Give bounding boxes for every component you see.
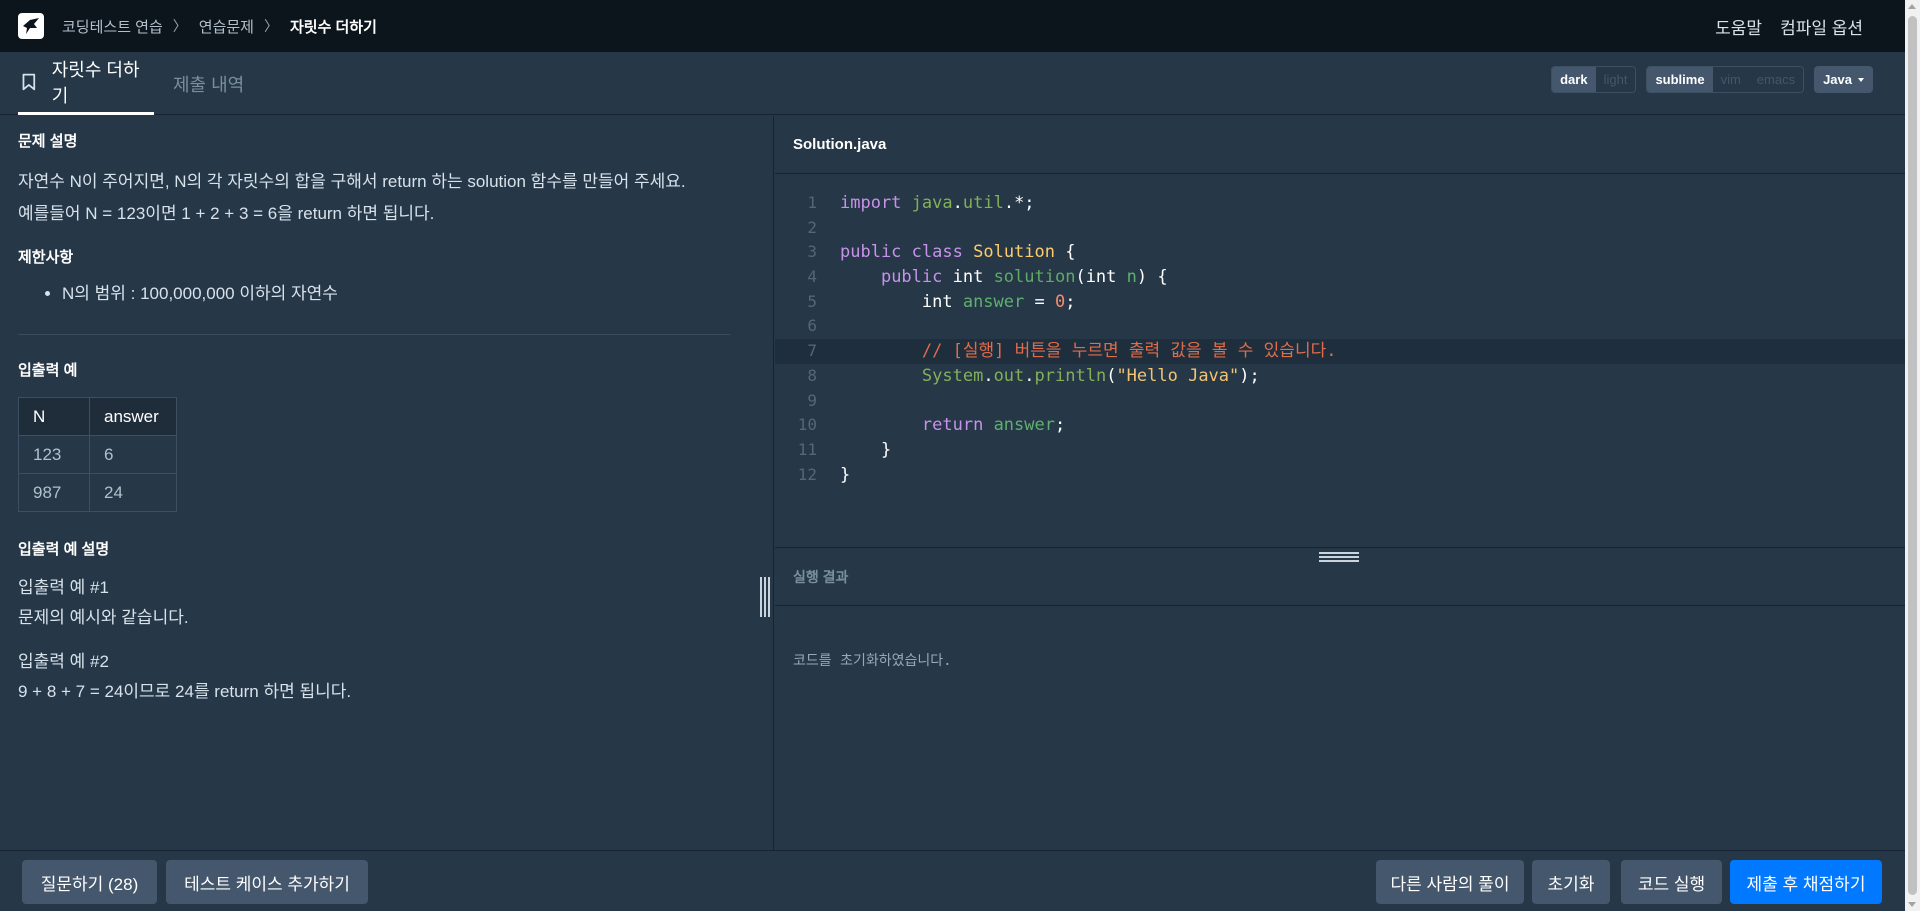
tab-problem[interactable]: 자릿수 더하기	[18, 52, 154, 115]
theme-dark-button[interactable]: dark	[1552, 67, 1596, 92]
panel-resize-handle[interactable]	[760, 577, 770, 617]
tab-submissions-label: 제출 내역	[173, 74, 245, 95]
line-number: 12	[797, 464, 817, 484]
tab-problem-label: 자릿수 더하기	[51, 60, 140, 106]
line-number: 9	[807, 390, 817, 410]
editor-filename: Solution.java	[775, 116, 1905, 174]
other-solutions-button[interactable]: 다른 사람의 풀이	[1376, 860, 1524, 904]
example-1-text: 문제의 예시와 같습니다.	[18, 608, 189, 627]
line-number: 2	[807, 217, 817, 237]
scroll-up-icon[interactable]	[1908, 4, 1916, 9]
compile-options-link[interactable]: 컴파일 옵션	[1780, 14, 1863, 39]
add-testcase-button[interactable]: 테스트 케이스 추가하기	[166, 860, 368, 904]
result-resize-handle[interactable]	[1319, 552, 1359, 562]
keymap-vim-button[interactable]: vim	[1712, 67, 1749, 92]
tab-submissions[interactable]: 제출 내역	[173, 52, 244, 115]
code-line: // [실행] 버튼을 누르면 출력 값을 볼 수 있습니다.	[921, 341, 1337, 362]
table-header-cell: N	[18, 397, 90, 436]
breadcrumb-current: 자릿수 더하기	[289, 18, 377, 36]
programmers-logo[interactable]	[18, 13, 44, 39]
scroll-thumb[interactable]	[1908, 16, 1917, 895]
page-scrollbar[interactable]	[1905, 0, 1920, 911]
code-editor[interactable]: 1 import java.util.*; 2 3 public class Sol…	[775, 174, 1905, 547]
language-label: Java	[1823, 72, 1852, 87]
code-line: return answer;	[921, 415, 1066, 436]
submit-button[interactable]: 제출 후 채점하기	[1730, 860, 1882, 904]
line-number: 10	[797, 415, 817, 435]
line-number: 11	[797, 439, 817, 459]
table-row: 987 24	[18, 473, 177, 512]
theme-light-button[interactable]: light	[1595, 67, 1636, 92]
description-text-1: 자연수 N이 주어지면, N의 각 자릿수의 합을 구해서 return 하는 …	[18, 172, 686, 191]
line-number: 1	[807, 193, 817, 212]
language-select[interactable]: Java	[1814, 66, 1873, 93]
breadcrumb-practice[interactable]: 연습문제	[199, 16, 254, 37]
problem-description: 문제 설명 자연수 N이 주어지면, N의 각 자릿수의 합을 구해서 retu…	[18, 132, 730, 708]
table-cell: 6	[89, 435, 177, 474]
help-link[interactable]: 도움말	[1715, 14, 1762, 39]
section-title-io-explanation: 입출력 예 설명	[18, 541, 110, 558]
line-number: 3	[807, 242, 817, 262]
breadcrumb-coding-test[interactable]: 코딩테스트 연습	[62, 16, 163, 37]
section-title-io-example: 입출력 예	[18, 362, 78, 379]
action-footer: 질문하기 (28) 테스트 케이스 추가하기 다른 사람의 풀이 초기화 코드 …	[0, 850, 1905, 911]
logo-icon	[23, 18, 39, 34]
io-example-table: N answer 123 6 987 24	[18, 397, 177, 512]
result-title: 실행 결과	[793, 568, 849, 585]
table-row: 123 6	[18, 435, 177, 474]
run-code-button[interactable]: 코드 실행	[1621, 860, 1722, 904]
chevron-right-icon: 〉	[172, 18, 187, 34]
reset-button[interactable]: 초기화	[1532, 860, 1610, 904]
description-text-2: 예를들어 N = 123이면 1 + 2 + 3 = 6을 return 하면 …	[18, 204, 435, 223]
tab-bar: 자릿수 더하기 제출 내역 dark light sublime vim ema…	[0, 52, 1905, 115]
code-line: import java.util.*;	[840, 193, 1035, 213]
keymap-toggle: sublime vim emacs	[1646, 66, 1805, 93]
result-header: 실행 결과	[775, 547, 1905, 606]
constraint-item: N의 범위 : 100,000,000 이하의 자연수	[62, 278, 730, 310]
caret-down-icon	[1858, 77, 1864, 82]
theme-toggle: dark light	[1551, 66, 1637, 93]
line-number: 7	[807, 341, 817, 361]
code-line: public class Solution {	[840, 242, 1076, 263]
section-title-constraints: 제한사항	[18, 249, 74, 266]
line-number: 6	[807, 316, 817, 336]
table-header-row: N answer	[18, 397, 177, 436]
table-header-cell: answer	[89, 397, 177, 436]
code-line: }	[840, 464, 851, 485]
code-line: System.out.println("Hello Java");	[921, 365, 1260, 386]
code-line: int answer = 0;	[840, 291, 1076, 312]
line-number: 5	[807, 291, 817, 311]
code-line: }	[840, 439, 892, 460]
example-2-title: 입출력 예 #2	[18, 652, 109, 671]
editor-panel: Solution.java 1 import java.util.*; 2 3 pu…	[775, 116, 1905, 850]
section-divider	[18, 334, 730, 335]
constraints-list: N의 범위 : 100,000,000 이하의 자연수	[18, 278, 730, 310]
result-message: 코드를 초기화하였습니다.	[793, 653, 952, 669]
table-cell: 123	[18, 435, 90, 474]
scroll-down-icon[interactable]	[1908, 902, 1916, 907]
line-number: 8	[807, 365, 817, 385]
breadcrumb: 코딩테스트 연습 〉 연습문제 〉 자릿수 더하기	[62, 16, 377, 37]
keymap-emacs-button[interactable]: emacs	[1748, 67, 1804, 92]
section-title-description: 문제 설명	[18, 133, 78, 150]
chevron-right-icon: 〉	[263, 18, 278, 34]
example-2-text: 9 + 8 + 7 = 24이므로 24를 return 하면 됩니다.	[18, 682, 352, 701]
code-line: public int solution(int n) {	[880, 267, 1168, 288]
line-number: 4	[807, 267, 817, 287]
result-output: 코드를 초기화하였습니다.	[775, 606, 1905, 714]
bookmark-icon[interactable]	[22, 73, 36, 91]
example-1-title: 입출력 예 #1	[18, 578, 109, 597]
problem-panel[interactable]: 문제 설명 자연수 N이 주어지면, N의 각 자릿수의 합을 구해서 retu…	[0, 116, 774, 850]
table-cell: 987	[18, 473, 90, 512]
keymap-sublime-button[interactable]: sublime	[1647, 67, 1713, 92]
table-cell: 24	[89, 473, 177, 512]
ask-question-button[interactable]: 질문하기 (28)	[22, 860, 157, 904]
top-navbar: 코딩테스트 연습 〉 연습문제 〉 자릿수 더하기 도움말 컴파일 옵션	[0, 0, 1905, 52]
